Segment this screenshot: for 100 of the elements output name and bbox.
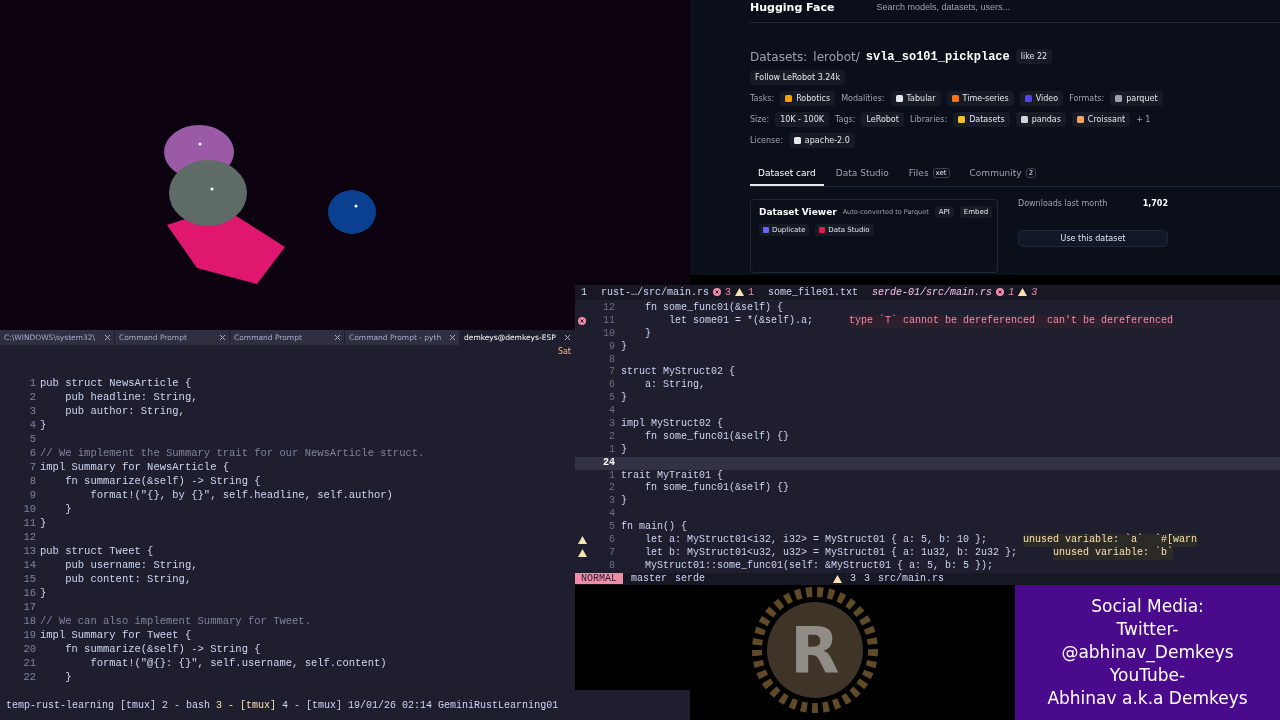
line-number: 16 — [22, 586, 37, 600]
close-icon[interactable] — [450, 335, 455, 340]
line-number: 22 — [22, 670, 37, 684]
file-path: src/main.rs — [878, 573, 945, 585]
tag-chip[interactable]: Robotics — [780, 91, 836, 106]
line-number: 2 — [608, 482, 616, 496]
meta-label: Tags: — [835, 115, 856, 124]
code-line: impl MyStruct02 { — [621, 418, 724, 431]
hint-count: 3 — [864, 573, 871, 585]
line-number: 4 — [608, 405, 616, 418]
viewer-title: Dataset Viewer — [759, 207, 837, 217]
tag-chip[interactable]: LeRobot — [861, 112, 904, 127]
search-field[interactable]: Search models, datasets, users... — [874, 1, 1179, 13]
line-number: 11 — [602, 314, 616, 328]
social-text: Social Media: — [1091, 595, 1204, 618]
tag-chip[interactable]: parquet — [1110, 91, 1163, 106]
meta-label: Tasks: — [750, 94, 775, 103]
warning-icon — [1018, 288, 1028, 297]
line-number: 7 — [28, 460, 37, 474]
code-line: pub author: String, — [64, 404, 185, 418]
code-line: } — [64, 670, 72, 684]
line-number: 2 — [28, 390, 37, 404]
tag-chip[interactable]: Tabular — [890, 91, 941, 106]
error-count: 3 — [725, 287, 732, 298]
error-count: 1 — [1008, 287, 1015, 298]
line-number: 6 — [608, 534, 616, 547]
code-line: fn some_func01(&self) {} — [644, 430, 790, 444]
line-number: 8 — [608, 559, 616, 573]
close-icon[interactable] — [565, 335, 570, 340]
line-number: 24 — [602, 456, 616, 470]
line-number: 6 — [28, 446, 37, 460]
page-tab[interactable]: Data Studio — [827, 162, 897, 186]
more-count[interactable]: + 1 — [1136, 115, 1151, 124]
tmux-window[interactable]: [tmux] — [120, 699, 157, 711]
line-number: 15 — [22, 572, 37, 586]
tag-chip[interactable]: pandas — [1015, 112, 1066, 127]
tmux-window[interactable]: 2 - bash — [162, 699, 211, 711]
code-line: pub struct Tweet { — [40, 544, 154, 558]
code-line: pub username: String, — [64, 558, 198, 572]
code-line: pub headline: String, — [64, 390, 198, 404]
close-icon[interactable] — [335, 335, 340, 340]
line-number: 1 — [608, 469, 616, 483]
tag-chip[interactable]: Croissant — [1071, 112, 1131, 127]
code-line: let a: MyStruct01<i32, i32> = MyStruct01 { a: 5, b: 10 }; — [644, 534, 988, 547]
use-dataset-button[interactable]: Use this dataset — [1018, 230, 1168, 247]
tag-chip[interactable]: Time-series — [946, 91, 1014, 106]
mode-indicator: NORMAL — [575, 573, 623, 585]
like-button[interactable]: like 22 — [1015, 49, 1053, 64]
page-tab[interactable]: Dataset card — [750, 162, 824, 186]
line-number: 4 — [608, 508, 616, 522]
tag-chip[interactable]: apache-2.0 — [788, 133, 855, 148]
buffer-tab[interactable]: serde-01/src/main.rs 1 3 — [872, 287, 1038, 298]
line-number: 9 — [608, 340, 616, 354]
warning-icon — [833, 574, 843, 583]
line-number: 3 — [608, 418, 616, 431]
close-icon[interactable] — [220, 335, 225, 340]
tag-chip[interactable]: Datasets — [953, 112, 1010, 127]
line-number: 13 — [22, 544, 37, 558]
dataset-name: svla_so101_pickplace — [865, 49, 1010, 64]
dataset-owner[interactable]: lerobot/ — [813, 49, 860, 64]
close-icon[interactable] — [105, 335, 110, 340]
line-number: 6 — [608, 379, 616, 393]
line-number: 7 — [608, 546, 616, 560]
line-number: 4 — [28, 418, 37, 432]
directory-name: serde — [675, 573, 706, 585]
line-number: 2 — [608, 430, 616, 444]
line-number: 1 — [608, 443, 616, 457]
line-number: 7 — [608, 366, 616, 380]
meta-label: Modalities: — [841, 94, 885, 103]
tmux-window[interactable]: 3 - [tmux] — [216, 699, 277, 711]
warning-count: 3 — [850, 573, 857, 585]
code-line: let some01 = *(&self).a; — [668, 314, 814, 328]
code-line: a: String, — [644, 379, 705, 393]
tag-chip[interactable]: Video — [1019, 91, 1064, 106]
brand-name[interactable]: Hugging Face — [750, 0, 835, 14]
line-number: 14 — [22, 558, 37, 572]
line-number: 10 — [602, 327, 616, 341]
code-line: } — [621, 443, 627, 457]
code-line: } — [40, 516, 47, 530]
follow-button[interactable]: Follow LeRobot 3.24k — [750, 70, 846, 85]
tmux-window[interactable]: 4 - [tmux] — [282, 699, 343, 711]
date-time: 19/01/26 02:14 — [348, 699, 433, 711]
line-number: 21 — [22, 656, 37, 670]
social-text: YouTube- — [1109, 664, 1186, 687]
social-text: @abhinav_Demkeys — [1061, 641, 1234, 664]
line-number: 1 — [28, 376, 37, 390]
code-line: fn main() { — [621, 521, 687, 534]
code-line: trait MyTrait01 { — [621, 469, 724, 482]
line-number: 11 — [22, 516, 37, 530]
buffer-tab[interactable]: some_file01.txt — [768, 287, 859, 298]
code-line: impl Summary for Tweet { — [40, 628, 192, 642]
code-line: fn summarize(&self) -> String { — [64, 474, 261, 488]
line-number: 9 — [28, 488, 37, 502]
line-number: 3 — [28, 404, 37, 418]
buffer-tab[interactable]: rust-…/src/main.rs 3 1 — [601, 287, 755, 298]
meta-label: License: — [750, 136, 783, 145]
code-line: format!("@{}: {}", self.username, self.content) — [89, 656, 387, 670]
code-line: fn summarize(&self) -> String { — [64, 642, 261, 656]
tag-chip[interactable]: 10K - 100K — [775, 112, 830, 127]
code-line: impl Summary for NewsArticle { — [40, 460, 230, 474]
